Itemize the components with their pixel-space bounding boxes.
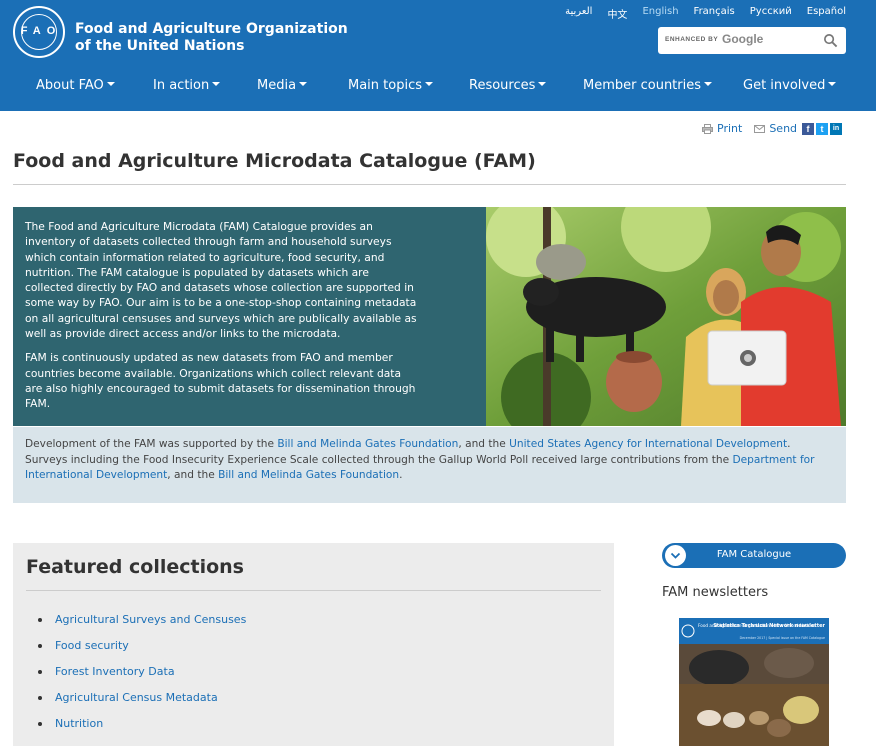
nav-in-action[interactable]: In action <box>153 78 221 93</box>
chevron-down-icon <box>106 82 115 86</box>
lang-french[interactable]: Français <box>694 6 735 21</box>
org-name-line1: Food and Agriculture Organization <box>75 21 348 37</box>
lang-english[interactable]: English <box>642 6 678 21</box>
twitter-icon[interactable]: t <box>816 123 828 135</box>
nav-media[interactable]: Media <box>257 78 308 93</box>
chevron-down-icon <box>828 82 837 86</box>
funding-text: , and the <box>167 469 219 481</box>
nav-member-countries[interactable]: Member countries <box>583 78 713 93</box>
chevron-down-icon <box>704 82 713 86</box>
logo-text: FAO <box>20 25 62 37</box>
envelope-icon <box>754 124 766 133</box>
chevron-down-icon <box>299 82 308 86</box>
linkedin-icon[interactable]: in <box>830 123 842 135</box>
nav-label: Resources <box>469 78 536 93</box>
featured-collections: Featured collections Agricultural Survey… <box>13 543 614 746</box>
usaid-link[interactable]: United States Agency for International D… <box>509 438 787 450</box>
collection-list: Agricultural Surveys and Censuses Food s… <box>38 613 246 743</box>
enhanced-by-label: ENHANCED BY <box>665 36 719 43</box>
nav-main-topics[interactable]: Main topics <box>348 78 434 93</box>
social-share: f t in <box>802 123 842 135</box>
page-title: Food and Agriculture Microdata Catalogue… <box>13 150 536 172</box>
facebook-icon[interactable]: f <box>802 123 814 135</box>
funding-text: Development of the FAM was supported by … <box>25 438 278 450</box>
collection-link[interactable]: Nutrition <box>38 717 246 743</box>
newsletter-subtitle: December 2017 | Special issue on the FAM… <box>740 636 825 640</box>
collection-link[interactable]: Agricultural Surveys and Censuses <box>38 613 246 639</box>
org-name-line2: of the United Nations <box>75 38 245 54</box>
nav-label: Main topics <box>348 78 423 93</box>
send-label: Send <box>769 122 798 135</box>
google-label: Google <box>722 32 764 46</box>
fao-logo[interactable]: FAO <box>13 6 65 58</box>
nav-label: Get involved <box>743 78 826 93</box>
language-switcher: العربية 中文 English Français Русский Espa… <box>550 6 846 21</box>
nav-resources[interactable]: Resources <box>469 78 547 93</box>
funding-text: . <box>399 469 403 481</box>
site-header: FAO Food and Agriculture Organization of… <box>0 0 876 111</box>
featured-divider <box>26 590 601 591</box>
fam-catalogue-button[interactable]: FAM Catalogue <box>662 543 846 568</box>
gates-foundation-link-2[interactable]: Bill and Melinda Gates Foundation <box>218 469 399 481</box>
hero-description: The Food and Agriculture Microdata (FAM)… <box>13 207 486 426</box>
chevron-down-icon <box>538 82 547 86</box>
send-link[interactable]: Send <box>754 122 797 135</box>
lang-russian[interactable]: Русский <box>750 6 792 21</box>
nav-label: About FAO <box>36 78 104 93</box>
hero-paragraph-2: FAM is continuously updated as new datas… <box>25 351 416 411</box>
collection-link[interactable]: Food security <box>38 639 246 665</box>
catalogue-button-label: FAM Catalogue <box>716 549 792 560</box>
funding-note: Development of the FAM was supported by … <box>13 427 846 503</box>
print-label: Print <box>717 122 743 135</box>
collection-link[interactable]: Agricultural Census Metadata <box>38 691 246 717</box>
lang-spanish[interactable]: Español <box>807 6 846 21</box>
main-nav: About FAO In action Media Main topics Re… <box>0 78 876 104</box>
nav-label: Member countries <box>583 78 702 93</box>
lang-chinese[interactable]: 中文 <box>607 6 627 21</box>
newsletter-title: Statistics Technical Network newsletter <box>713 623 825 629</box>
featured-title: Featured collections <box>26 556 244 578</box>
hero-paragraph-1: The Food and Agriculture Microdata (FAM)… <box>25 220 417 341</box>
newsletter-cover[interactable]: Food and Agriculture Organization of the… <box>679 618 829 746</box>
nav-about-fao[interactable]: About FAO <box>36 78 115 93</box>
title-divider <box>13 184 846 185</box>
nav-get-involved[interactable]: Get involved <box>743 78 837 93</box>
search-input[interactable]: ENHANCED BY Google <box>658 27 846 54</box>
print-link[interactable]: Print <box>702 122 742 135</box>
page-tools: Print Send <box>702 122 809 135</box>
nav-label: In action <box>153 78 210 93</box>
gates-foundation-link[interactable]: Bill and Melinda Gates Foundation <box>277 438 458 450</box>
funding-text: , and the <box>458 438 510 450</box>
org-name[interactable]: Food and Agriculture Organization of the… <box>75 21 348 55</box>
printer-icon <box>702 123 713 134</box>
collection-link[interactable]: Forest Inventory Data <box>38 665 246 691</box>
search-icon[interactable] <box>823 33 838 48</box>
lang-arabic[interactable]: العربية <box>565 6 592 21</box>
chevron-down-icon <box>212 82 221 86</box>
hero-photo <box>486 207 846 426</box>
nav-label: Media <box>257 78 297 93</box>
chevron-down-icon <box>425 82 434 86</box>
newsletters-title: FAM newsletters <box>662 585 769 600</box>
